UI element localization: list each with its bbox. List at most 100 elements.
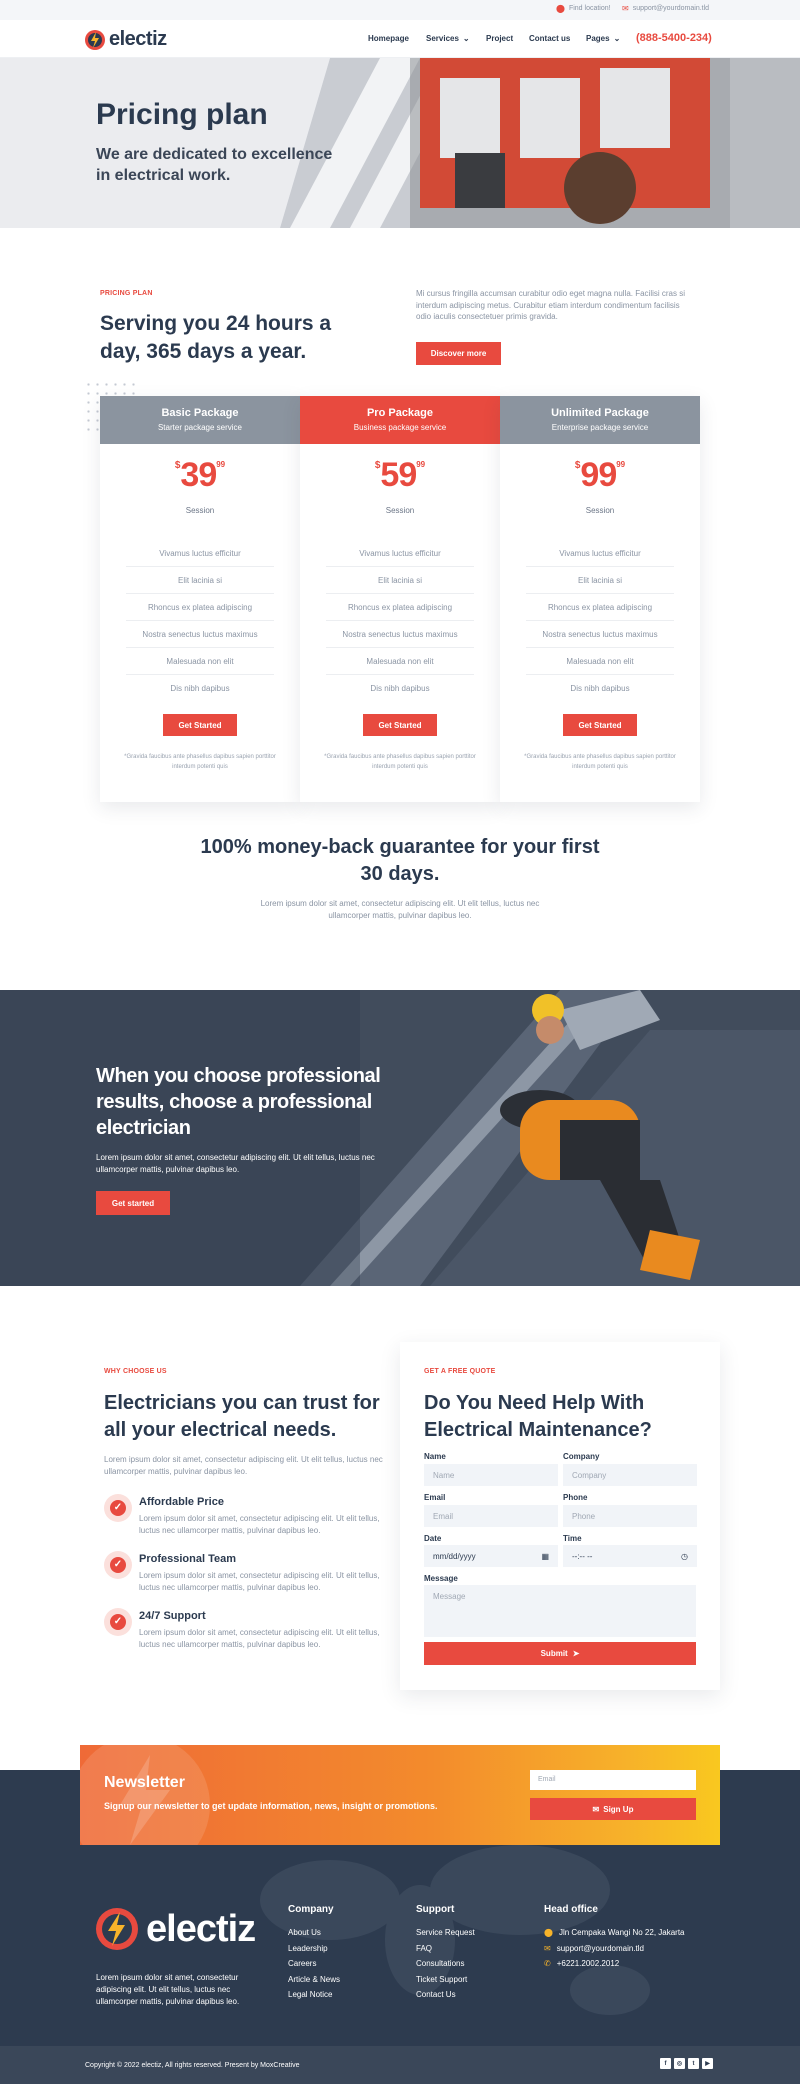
guarantee-text: Lorem ipsum dolor sit amet, consectetur … (260, 899, 540, 920)
date-field[interactable]: mm/dd/yyyy ▦ (424, 1545, 558, 1567)
feature-item: Elit lacinia si (526, 567, 674, 594)
hero-background-image (0, 58, 800, 228)
feature-item: Nostra senectus luctus maximus (126, 621, 274, 648)
pricing-card-pro: Pro Package Business package service $59… (300, 396, 500, 802)
feature-item: Vivamus luctus efficitur (526, 540, 674, 567)
footer-link-about[interactable]: About Us (288, 1928, 321, 1937)
discover-more-button[interactable]: Discover more (416, 342, 501, 365)
feature-professional-team: ✓ Professional Team Lorem ipsum dolor si… (104, 1551, 384, 1601)
map-pin-icon: ⬤ (556, 4, 565, 13)
check-circle-icon: ✓ (104, 1494, 132, 1522)
nav-pages[interactable]: Pages ⌄ (586, 34, 620, 43)
logo[interactable]: electiz (84, 28, 167, 51)
footer-link-consultations[interactable]: Consultations (416, 1959, 464, 1968)
time-field[interactable]: --:-- -- ◷ (563, 1545, 697, 1567)
banner-heading: When you choose professional results, ch… (96, 1065, 381, 1139)
nav-project[interactable]: Project (486, 34, 513, 43)
card-unit: Session (185, 506, 215, 515)
company-field[interactable]: Company (563, 1464, 697, 1486)
logo-bolt-icon (85, 29, 105, 50)
nav-services[interactable]: Services ⌄ (426, 34, 470, 43)
feature-item: Rhoncus ex platea adipiscing (126, 594, 274, 621)
feature-item: Dis nibh dapibus (170, 684, 230, 693)
newsletter-box (80, 1745, 720, 1845)
footer-address: ⬤ Jln Cempaka Wangi No 22, Jakarta (544, 1928, 685, 1937)
footer-logo[interactable]: electiz (94, 1906, 256, 1952)
feature-item: Elit lacinia si (326, 567, 474, 594)
card-header: Basic Package Starter package service (100, 396, 300, 444)
footer-office-heading: Head office (544, 1904, 598, 1915)
feature-item: Dis nibh dapibus (370, 684, 430, 693)
submit-button[interactable]: Submit ➤ (424, 1642, 696, 1665)
card-header: Unlimited Package Enterprise package ser… (500, 396, 700, 444)
get-started-button[interactable]: Get Started (363, 714, 437, 736)
feature-affordable-price: ✓ Affordable Price Lorem ipsum dolor sit… (104, 1494, 384, 1544)
name-label: Name (424, 1452, 446, 1461)
hero-banner (0, 58, 800, 228)
newsletter-subtitle: Signup our newsletter to get update info… (104, 1801, 438, 1811)
date-label: Date (424, 1534, 442, 1543)
card-header: Pro Package Business package service (300, 396, 500, 444)
pricing-card-unlimited: Unlimited Package Enterprise package ser… (500, 396, 700, 802)
location-link[interactable]: ⬤ Find location! (556, 4, 611, 13)
nav-homepage[interactable]: Homepage (368, 34, 409, 43)
footer-link-careers[interactable]: Careers (288, 1959, 316, 1968)
chevron-down-icon: ⌄ (613, 34, 621, 43)
nav-contact[interactable]: Contact us (529, 34, 570, 43)
quote-heading: Do You Need Help With Electrical Mainten… (424, 1392, 652, 1441)
feature-item: Malesuada non elit (126, 648, 274, 675)
phone-field[interactable]: Phone (563, 1505, 697, 1527)
support-email-link[interactable]: ✉ support@yourdomain.tld (622, 4, 709, 13)
copyright-text: Copyright © 2022 electiz, All rights res… (85, 2062, 300, 2069)
check-circle-icon: ✓ (104, 1551, 132, 1579)
signup-button[interactable]: ✉ Sign Up (530, 1798, 696, 1820)
name-field[interactable]: Name (424, 1464, 558, 1486)
phone-label: Phone (563, 1493, 588, 1502)
logo-bolt-icon (96, 1908, 138, 1950)
check-circle-icon: ✓ (104, 1608, 132, 1636)
feature-item: Rhoncus ex platea adipiscing (326, 594, 474, 621)
footer-link-legal[interactable]: Legal Notice (288, 1990, 332, 1999)
banner-get-started-button[interactable]: Get started (96, 1191, 170, 1215)
footer-link-ticket[interactable]: Ticket Support (416, 1975, 467, 1984)
send-icon: ➤ (572, 1649, 580, 1658)
footer-link-service-request[interactable]: Service Request (416, 1928, 475, 1937)
time-label: Time (563, 1534, 582, 1543)
message-label: Message (424, 1574, 458, 1583)
email-label: Email (424, 1493, 446, 1502)
footer-link-articles[interactable]: Article & News (288, 1975, 340, 1984)
youtube-icon[interactable]: ▶ (702, 2058, 713, 2069)
pricing-card-basic: Basic Package Starter package service $3… (100, 396, 300, 802)
get-started-button[interactable]: Get Started (563, 714, 637, 736)
twitter-icon[interactable]: t (688, 2058, 699, 2069)
newsletter-title: Newsletter (104, 1774, 185, 1791)
guarantee-heading: 100% money-back guarantee for your first… (200, 836, 600, 885)
footer-phone[interactable]: ✆ +6221.2002.2012 (544, 1959, 619, 1968)
nav-phone[interactable]: (888-5400-234) (636, 32, 712, 44)
footer-link-faq[interactable]: FAQ (416, 1944, 432, 1953)
newsletter-email-input[interactable]: Email (530, 1770, 696, 1790)
feature-item: Vivamus luctus efficitur (126, 540, 274, 567)
footer-description: Lorem ipsum dolor sit amet, consectetur … (96, 1973, 240, 2006)
footer-link-contact[interactable]: Contact Us (416, 1990, 456, 1999)
email-field[interactable]: Email (424, 1505, 558, 1527)
pricing-eyebrow: PRICING PLAN (100, 290, 153, 297)
envelope-icon: ✉ (592, 1804, 600, 1814)
footer-link-leadership[interactable]: Leadership (288, 1944, 328, 1953)
calendar-icon[interactable]: ▦ (541, 1552, 549, 1561)
get-started-button[interactable]: Get Started (163, 714, 237, 736)
why-heading: Electricians you can trust for all your … (104, 1392, 380, 1441)
hero-subtitle: We are dedicated to excellence in electr… (96, 146, 333, 184)
card-unit: Session (585, 506, 615, 515)
message-textarea[interactable]: Message (424, 1585, 696, 1637)
clock-icon[interactable]: ◷ (681, 1552, 688, 1561)
phone-icon: ✆ (544, 1959, 551, 1968)
why-text: Lorem ipsum dolor sit amet, consectetur … (104, 1455, 383, 1476)
feature-item: Nostra senectus luctus maximus (326, 621, 474, 648)
card-note: *Gravida faucibus ante phasellus dapibus… (124, 754, 276, 770)
feature-item: Malesuada non elit (526, 648, 674, 675)
facebook-icon[interactable]: f (660, 2058, 671, 2069)
instagram-icon[interactable]: ◎ (674, 2058, 685, 2069)
footer-email[interactable]: ✉ support@yourdomain.tld (544, 1944, 644, 1953)
feature-item: Malesuada non elit (326, 648, 474, 675)
